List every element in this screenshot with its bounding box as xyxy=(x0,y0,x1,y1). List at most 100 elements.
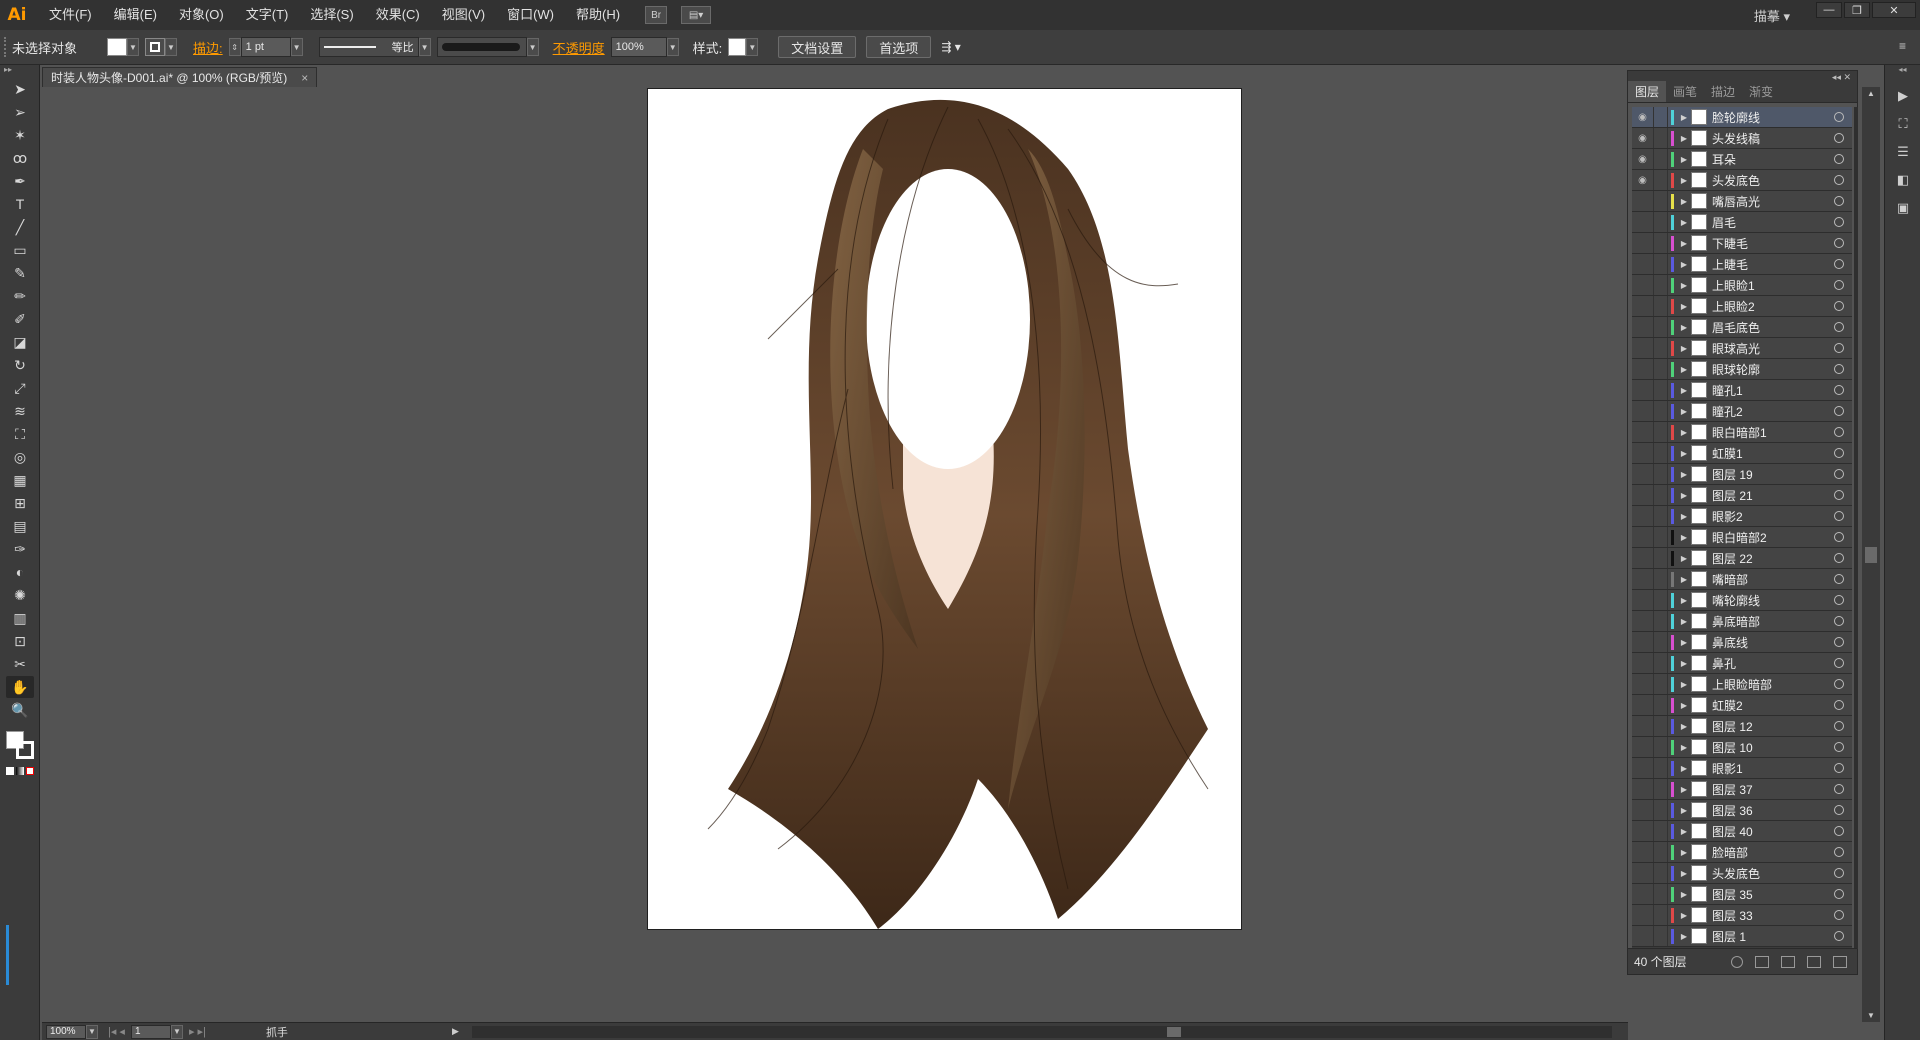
lock-toggle[interactable] xyxy=(1654,926,1668,946)
column-graph-tool-icon[interactable]: ▥ xyxy=(6,607,34,629)
fill-swatch[interactable] xyxy=(107,38,128,56)
menu-item[interactable]: 窗口(W) xyxy=(496,0,565,30)
visibility-eye-icon[interactable] xyxy=(1632,779,1654,799)
lock-toggle[interactable] xyxy=(1654,422,1668,442)
layer-row[interactable]: ▶ 图层 33 xyxy=(1632,905,1852,926)
lock-toggle[interactable] xyxy=(1654,905,1668,925)
visibility-eye-icon[interactable] xyxy=(1632,842,1654,862)
visibility-eye-icon[interactable] xyxy=(1632,317,1654,337)
pen-tool-icon[interactable]: ✒ xyxy=(6,170,34,192)
canvas-area[interactable] xyxy=(42,87,1628,1022)
expand-triangle-icon[interactable]: ▶ xyxy=(1677,680,1691,689)
visibility-eye-icon[interactable] xyxy=(1632,611,1654,631)
expand-triangle-icon[interactable]: ▶ xyxy=(1677,302,1691,311)
expand-triangle-icon[interactable]: ▶ xyxy=(1677,365,1691,374)
visibility-eye-icon[interactable] xyxy=(1632,632,1654,652)
brush-definition[interactable] xyxy=(436,37,527,57)
panel-tab[interactable]: 画笔 xyxy=(1666,81,1704,102)
visibility-eye-icon[interactable] xyxy=(1632,443,1654,463)
layer-name[interactable]: 眉毛底色 xyxy=(1712,319,1834,336)
status-menu-icon[interactable]: ▶ xyxy=(452,1026,459,1037)
line-tool-icon[interactable]: ╱ xyxy=(6,216,34,238)
blend-tool-icon[interactable]: ◐ xyxy=(6,561,34,583)
visibility-eye-icon[interactable] xyxy=(1632,422,1654,442)
artboard-number-input[interactable]: 1 xyxy=(130,1024,171,1039)
lock-toggle[interactable] xyxy=(1654,380,1668,400)
rotate-tool-icon[interactable]: ↻ xyxy=(6,354,34,376)
layer-name[interactable]: 眼影1 xyxy=(1712,760,1834,777)
visibility-eye-icon[interactable] xyxy=(1632,695,1654,715)
visibility-eye-icon[interactable] xyxy=(1632,653,1654,673)
lock-toggle[interactable] xyxy=(1654,611,1668,631)
target-circle-icon[interactable] xyxy=(1834,721,1844,731)
visibility-eye-icon[interactable] xyxy=(1632,338,1654,358)
type-tool-icon[interactable]: T xyxy=(6,193,34,215)
layer-name[interactable]: 图层 36 xyxy=(1712,802,1834,819)
vertical-scroll-thumb[interactable] xyxy=(1865,547,1877,563)
stroke-stepper-icon[interactable]: ⇕ xyxy=(228,38,241,56)
expand-triangle-icon[interactable]: ▶ xyxy=(1677,596,1691,605)
target-circle-icon[interactable] xyxy=(1834,469,1844,479)
lock-toggle[interactable] xyxy=(1654,485,1668,505)
lock-toggle[interactable] xyxy=(1654,338,1668,358)
layer-row[interactable]: ▶ 图层 10 xyxy=(1632,737,1852,758)
visibility-eye-icon[interactable]: ◉ xyxy=(1632,149,1654,169)
layer-name[interactable]: 头发底色 xyxy=(1712,865,1834,882)
target-circle-icon[interactable] xyxy=(1834,280,1844,290)
opacity-label[interactable]: 不透明度 xyxy=(553,38,605,57)
artboard-dropdown-icon[interactable]: ▼ xyxy=(170,1024,183,1039)
layer-name[interactable]: 图层 35 xyxy=(1712,886,1834,903)
visibility-eye-icon[interactable] xyxy=(1632,821,1654,841)
target-circle-icon[interactable] xyxy=(1834,805,1844,815)
target-circle-icon[interactable] xyxy=(1834,133,1844,143)
target-circle-icon[interactable] xyxy=(1834,931,1844,941)
stroke-weight-input[interactable]: 1 pt xyxy=(240,37,291,57)
layer-row[interactable]: ▶ 眼白暗部1 xyxy=(1632,422,1852,443)
expand-triangle-icon[interactable]: ▶ xyxy=(1677,260,1691,269)
layer-row[interactable]: ▶ 图层 35 xyxy=(1632,884,1852,905)
paintbrush-tool-icon[interactable]: ✎ xyxy=(6,262,34,284)
layer-name[interactable]: 头发底色 xyxy=(1712,172,1834,189)
target-circle-icon[interactable] xyxy=(1834,637,1844,647)
target-circle-icon[interactable] xyxy=(1834,259,1844,269)
menu-item[interactable]: 对象(O) xyxy=(168,0,235,30)
target-circle-icon[interactable] xyxy=(1834,343,1844,353)
layer-row[interactable]: ▶ 图层 37 xyxy=(1632,779,1852,800)
control-bar-menu-icon[interactable]: ≡ xyxy=(1899,39,1906,53)
artboard[interactable] xyxy=(647,88,1242,930)
expand-triangle-icon[interactable]: ▶ xyxy=(1677,491,1691,500)
visibility-eye-icon[interactable] xyxy=(1632,380,1654,400)
pathfinder-icon[interactable]: ◧ xyxy=(1893,171,1913,189)
workspace-switcher[interactable]: 描摹 ▾ xyxy=(1754,6,1790,25)
lock-toggle[interactable] xyxy=(1654,695,1668,715)
visibility-eye-icon[interactable] xyxy=(1632,527,1654,547)
layer-row[interactable]: ▶ 嘴暗部 xyxy=(1632,569,1852,590)
visibility-eye-icon[interactable] xyxy=(1632,569,1654,589)
expand-triangle-icon[interactable]: ▶ xyxy=(1677,533,1691,542)
expand-triangle-icon[interactable]: ▶ xyxy=(1677,428,1691,437)
layer-row[interactable]: ▶ 图层 22 xyxy=(1632,548,1852,569)
layer-row[interactable]: ▶ 鼻底暗部 xyxy=(1632,611,1852,632)
layer-name[interactable]: 图层 10 xyxy=(1712,739,1834,756)
close-button[interactable]: ✕ xyxy=(1872,2,1916,18)
expand-triangle-icon[interactable]: ▶ xyxy=(1677,617,1691,626)
layer-name[interactable]: 眉毛 xyxy=(1712,214,1834,231)
visibility-eye-icon[interactable] xyxy=(1632,884,1654,904)
lasso-tool-icon[interactable]: ꝏ xyxy=(6,147,34,169)
stroke-color-icon[interactable] xyxy=(16,741,34,759)
panel-collapse-icon[interactable]: ◂◂ ✕ xyxy=(1832,72,1851,83)
lock-toggle[interactable] xyxy=(1654,569,1668,589)
layer-name[interactable]: 眼影2 xyxy=(1712,508,1834,525)
panel-tab[interactable]: 渐变 xyxy=(1742,81,1780,102)
zoom-tool-icon[interactable]: 🔍 xyxy=(6,699,34,721)
lock-toggle[interactable] xyxy=(1654,821,1668,841)
target-circle-icon[interactable] xyxy=(1834,385,1844,395)
visibility-eye-icon[interactable] xyxy=(1632,548,1654,568)
target-circle-icon[interactable] xyxy=(1834,175,1844,185)
align-icon[interactable]: ☰ xyxy=(1893,143,1913,161)
lock-toggle[interactable] xyxy=(1654,128,1668,148)
target-circle-icon[interactable] xyxy=(1834,910,1844,920)
layer-name[interactable]: 图层 1 xyxy=(1712,928,1834,945)
expand-triangle-icon[interactable]: ▶ xyxy=(1677,323,1691,332)
target-circle-icon[interactable] xyxy=(1834,595,1844,605)
